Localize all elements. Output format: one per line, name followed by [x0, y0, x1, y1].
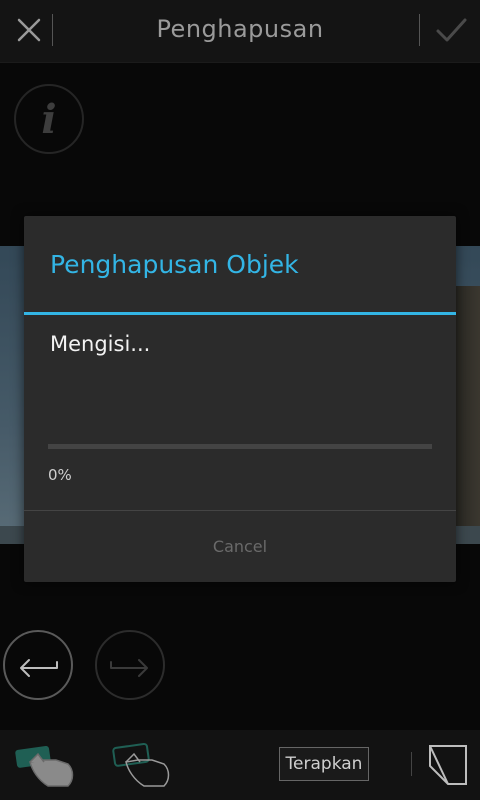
bottom-toolbar: Terapkan	[0, 730, 480, 800]
dialog-title: Penghapusan Objek	[50, 250, 299, 279]
progress-percent: 0%	[48, 466, 72, 484]
cancel-button[interactable]: Cancel	[24, 511, 456, 582]
apply-button[interactable]: Terapkan	[279, 747, 369, 781]
page-title: Penghapusan	[156, 15, 324, 43]
check-icon[interactable]	[434, 14, 468, 46]
dialog-title-divider	[24, 312, 456, 315]
top-bar: Penghapusan	[0, 0, 480, 63]
hand-eraser-icon[interactable]	[108, 740, 174, 794]
undo-arrow-icon	[20, 659, 58, 677]
divider	[419, 14, 420, 46]
redo-arrow-icon	[110, 659, 148, 677]
progress-bar	[48, 444, 432, 449]
eraser-page-icon[interactable]	[426, 742, 470, 788]
progress-dialog: Penghapusan Objek Mengisi... 0% Cancel	[24, 216, 456, 582]
redo-button[interactable]	[95, 630, 165, 700]
divider	[411, 752, 412, 776]
dialog-message: Mengisi...	[50, 332, 151, 356]
hand-brush-icon[interactable]	[12, 740, 78, 794]
undo-button[interactable]	[3, 630, 73, 700]
